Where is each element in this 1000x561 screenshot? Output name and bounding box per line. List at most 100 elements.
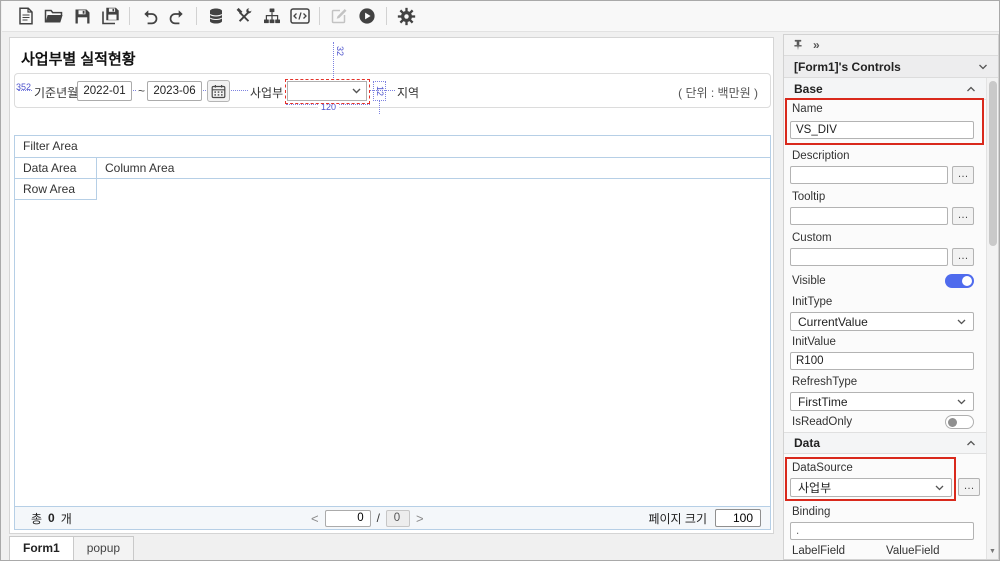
- chevron-up-icon: [966, 440, 976, 446]
- chevron-down-icon: [935, 485, 944, 491]
- page-size-label: 페이지 크기: [648, 510, 707, 527]
- isreadonly-label: IsReadOnly: [792, 416, 852, 428]
- pin-icon[interactable]: [792, 39, 804, 51]
- datasource-label: DataSource: [792, 462, 853, 474]
- region-label: 지역: [395, 84, 421, 101]
- guide-line-vertical: [333, 42, 334, 80]
- guide-width-label: 120: [318, 102, 339, 112]
- tab-form1[interactable]: Form1: [9, 536, 74, 561]
- name-label: Name: [792, 103, 823, 115]
- next-page-button[interactable]: >: [416, 512, 424, 525]
- datasource-select[interactable]: 사업부: [790, 478, 952, 497]
- total-prefix: 총: [31, 510, 42, 527]
- scrollbar-thumb[interactable]: [989, 81, 997, 246]
- tab-popup[interactable]: popup: [73, 536, 134, 561]
- pivot-grid: Filter Area Data Area Column Area Row Ar…: [14, 135, 771, 530]
- panel-header: »: [784, 35, 998, 55]
- initvalue-label: InitValue: [792, 336, 836, 348]
- page-title: 사업부별 실적현황: [21, 48, 136, 69]
- binding-label: Binding: [792, 506, 830, 518]
- total-count-value: 0: [48, 511, 55, 525]
- toggle-knob: [948, 418, 957, 427]
- panel-scrollbar[interactable]: ▼: [986, 78, 998, 559]
- save-icon[interactable]: [69, 3, 95, 29]
- isreadonly-toggle[interactable]: [945, 415, 974, 429]
- section-data-label: Data: [794, 436, 820, 450]
- datasource-value: 사업부: [798, 479, 831, 496]
- binding-input[interactable]: [790, 522, 974, 540]
- toolbar: [2, 1, 1000, 32]
- division-dropdown[interactable]: [287, 81, 367, 101]
- undo-icon[interactable]: [136, 3, 162, 29]
- guide-gap-label: 12: [373, 81, 386, 101]
- column-area[interactable]: Column Area: [97, 158, 174, 178]
- date-range-tilde: ~: [137, 84, 146, 98]
- refreshtype-value: FirstTime: [798, 395, 848, 409]
- guide-top-offset-label: 32: [335, 46, 345, 56]
- toolbar-separator: [386, 7, 387, 25]
- current-page-input[interactable]: [325, 510, 371, 527]
- date-to-input[interactable]: [147, 81, 202, 101]
- chevron-down-icon: [978, 64, 988, 70]
- tools-icon[interactable]: [231, 3, 257, 29]
- page-size-input[interactable]: [715, 509, 761, 527]
- period-label: 기준년월: [32, 84, 80, 101]
- play-icon[interactable]: [354, 3, 380, 29]
- grid-pager-bar: 총 0 개 < / > 페이지 크기: [15, 506, 770, 529]
- tooltip-more-button[interactable]: …: [952, 207, 974, 225]
- total-suffix: 개: [61, 510, 72, 527]
- sitemap-icon[interactable]: [259, 3, 285, 29]
- datasource-more-button[interactable]: …: [958, 478, 980, 496]
- chevron-down-icon: [957, 319, 966, 325]
- calendar-button[interactable]: [207, 80, 230, 102]
- name-input[interactable]: [790, 121, 974, 139]
- custom-more-button[interactable]: …: [952, 248, 974, 266]
- visible-label: Visible: [792, 275, 826, 287]
- toolbar-separator: [196, 7, 197, 25]
- prev-page-button[interactable]: <: [311, 512, 319, 525]
- initvalue-input[interactable]: [790, 352, 974, 370]
- inittype-select[interactable]: CurrentValue: [790, 312, 974, 331]
- code-icon[interactable]: [287, 3, 313, 29]
- controls-header[interactable]: [Form1]'s Controls: [784, 55, 998, 78]
- chevron-up-icon: [966, 86, 976, 92]
- collapse-panel-icon[interactable]: »: [813, 38, 820, 52]
- redo-icon[interactable]: [164, 3, 190, 29]
- custom-input[interactable]: [790, 248, 948, 266]
- tooltip-input[interactable]: [790, 207, 948, 225]
- date-from-input[interactable]: [77, 81, 132, 101]
- total-count: 총 0 개: [31, 510, 72, 527]
- inittype-label: InitType: [792, 296, 832, 308]
- property-panel: » [Form1]'s Controls Base Name Descripti…: [783, 34, 999, 560]
- refreshtype-select[interactable]: FirstTime: [790, 392, 974, 411]
- section-base[interactable]: Base: [784, 78, 986, 100]
- open-folder-icon[interactable]: [41, 3, 67, 29]
- settings-icon[interactable]: [393, 3, 419, 29]
- new-file-icon[interactable]: [13, 3, 39, 29]
- section-data[interactable]: Data: [784, 432, 986, 454]
- guide-left-offset-label: 352: [16, 82, 31, 92]
- unit-note: ( 단위 : 백만원 ): [678, 84, 758, 101]
- toolbar-separator: [129, 7, 130, 25]
- edit-icon: [326, 3, 352, 29]
- labelfield-label: LabelField: [792, 545, 845, 557]
- toolbar-separator: [319, 7, 320, 25]
- toggle-knob: [962, 276, 972, 286]
- scroll-down-icon[interactable]: ▼: [987, 545, 998, 559]
- section-base-label: Base: [794, 82, 823, 96]
- tooltip-label: Tooltip: [792, 191, 825, 203]
- filter-area[interactable]: Filter Area: [15, 136, 770, 158]
- guide-line-vertical: [379, 101, 380, 114]
- row-area[interactable]: Row Area: [15, 179, 97, 200]
- description-more-button[interactable]: …: [952, 166, 974, 184]
- form-tabs: Form1 popup: [9, 536, 133, 561]
- custom-label: Custom: [792, 232, 832, 244]
- description-input[interactable]: [790, 166, 948, 184]
- calendar-icon: [211, 84, 226, 99]
- description-label: Description: [792, 150, 850, 162]
- visible-toggle[interactable]: [945, 274, 974, 288]
- save-all-icon[interactable]: [97, 3, 123, 29]
- database-icon[interactable]: [203, 3, 229, 29]
- chevron-down-icon: [352, 88, 361, 94]
- data-area[interactable]: Data Area: [15, 158, 97, 178]
